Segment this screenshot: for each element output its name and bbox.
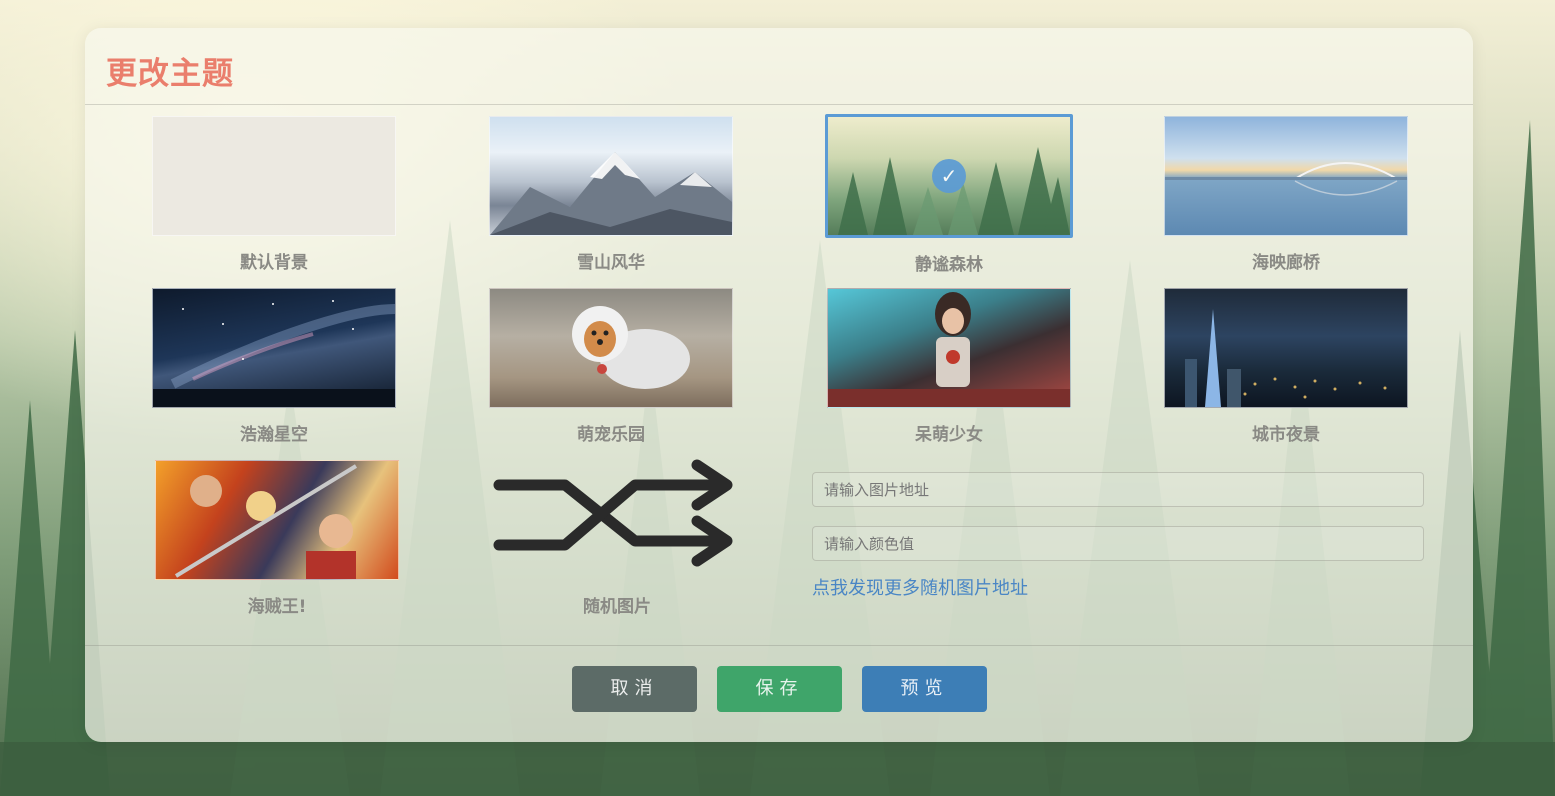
image-url-input[interactable] — [812, 472, 1424, 507]
shuffle-icon — [493, 459, 733, 567]
selected-check-icon: ✓ — [932, 159, 966, 193]
theme-thumbnail[interactable] — [155, 460, 399, 580]
theme-thumbnail[interactable] — [152, 288, 396, 408]
theme-label: 雪山风华 — [577, 253, 645, 273]
theme-thumbnail[interactable] — [827, 288, 1071, 408]
theme-label: 海贼王! — [247, 597, 307, 617]
color-value-input[interactable] — [812, 526, 1424, 561]
theme-thumbnail[interactable] — [489, 116, 733, 236]
theme-quiet-forest[interactable]: ✓ 静谧森林 — [825, 114, 1073, 275]
change-theme-dialog: 更改主题 默认背景 雪山风华 ✓ 静谧森林 海映廊桥 浩瀚星空 萌宠乐园 呆萌少… — [85, 28, 1473, 742]
theme-cute-girl[interactable]: 呆萌少女 — [827, 288, 1071, 445]
header-divider — [85, 104, 1473, 105]
theme-thumbnail[interactable] — [1164, 288, 1408, 408]
theme-label: 默认背景 — [240, 253, 308, 273]
theme-thumbnail[interactable] — [1164, 116, 1408, 236]
footer-divider — [85, 645, 1473, 646]
cancel-button[interactable]: 取消 — [572, 666, 697, 712]
theme-sea-bridge[interactable]: 海映廊桥 — [1164, 116, 1408, 273]
theme-city-night[interactable]: 城市夜景 — [1164, 288, 1408, 445]
theme-default[interactable]: 默认背景 — [152, 116, 396, 273]
theme-label: 浩瀚星空 — [240, 425, 308, 445]
theme-label: 静谧森林 — [915, 255, 983, 275]
theme-label: 海映廊桥 — [1252, 253, 1320, 273]
theme-thumbnail[interactable] — [152, 116, 396, 236]
random-image-label: 随机图片 — [583, 597, 651, 617]
random-image-button[interactable] — [487, 453, 747, 585]
theme-snow-mountain[interactable]: 雪山风华 — [489, 116, 733, 273]
theme-thumbnail-selected[interactable]: ✓ — [825, 114, 1073, 238]
preview-button[interactable]: 预览 — [862, 666, 987, 712]
save-button[interactable]: 保存 — [717, 666, 842, 712]
theme-label: 城市夜景 — [1252, 425, 1320, 445]
more-random-images-link[interactable]: 点我发现更多随机图片地址 — [812, 574, 1028, 600]
theme-one-piece[interactable]: 海贼王! — [155, 460, 399, 617]
theme-label: 呆萌少女 — [915, 425, 983, 445]
theme-starry-sky[interactable]: 浩瀚星空 — [152, 288, 396, 445]
theme-label: 萌宠乐园 — [577, 425, 645, 445]
theme-cute-pets[interactable]: 萌宠乐园 — [489, 288, 733, 445]
dialog-title: 更改主题 — [106, 56, 234, 92]
theme-thumbnail[interactable] — [489, 288, 733, 408]
